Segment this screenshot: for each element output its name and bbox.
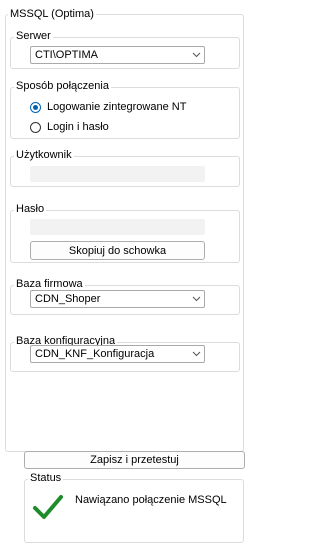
chevron-down-icon bbox=[188, 47, 204, 63]
chevron-down-icon bbox=[188, 291, 204, 307]
radio-unselected-icon bbox=[30, 121, 41, 133]
chevron-down-icon bbox=[188, 346, 204, 362]
copy-to-clipboard-button[interactable]: Skopiuj do schowka bbox=[30, 241, 205, 260]
status-message: Nawiązano połączenie MSSQL bbox=[75, 494, 227, 506]
connection-method-label: Sposób połączenia bbox=[14, 80, 111, 92]
radio-login-password-label: Login i hasło bbox=[47, 121, 109, 133]
config-db-combobox[interactable]: CDN_KNF_Konfiguracja bbox=[30, 345, 205, 363]
radio-integrated-nt[interactable]: Logowanie zintegrowane NT bbox=[30, 101, 186, 113]
user-label: Użytkownik bbox=[14, 149, 74, 161]
company-db-value: CDN_Shoper bbox=[35, 293, 101, 305]
config-db-value: CDN_KNF_Konfiguracja bbox=[35, 348, 155, 360]
user-field[interactable] bbox=[30, 166, 205, 182]
checkmark-icon bbox=[32, 493, 64, 524]
connection-group-title: MSSQL (Optima) bbox=[8, 8, 96, 20]
server-value: CTI\OPTIMA bbox=[35, 49, 98, 61]
status-label: Status bbox=[28, 472, 64, 484]
company-db-label: Baza firmowa bbox=[14, 278, 85, 290]
server-label: Serwer bbox=[14, 30, 53, 42]
password-field[interactable] bbox=[30, 219, 205, 235]
save-and-test-button[interactable]: Zapisz i przetestuj bbox=[24, 451, 245, 469]
radio-integrated-nt-label: Logowanie zintegrowane NT bbox=[47, 101, 187, 113]
password-label: Hasło bbox=[14, 203, 47, 215]
radio-login-password[interactable]: Login i hasło bbox=[30, 121, 109, 133]
company-db-combobox[interactable]: CDN_Shoper bbox=[30, 290, 205, 308]
radio-selected-icon bbox=[30, 101, 41, 113]
server-combobox[interactable]: CTI\OPTIMA bbox=[30, 46, 205, 64]
